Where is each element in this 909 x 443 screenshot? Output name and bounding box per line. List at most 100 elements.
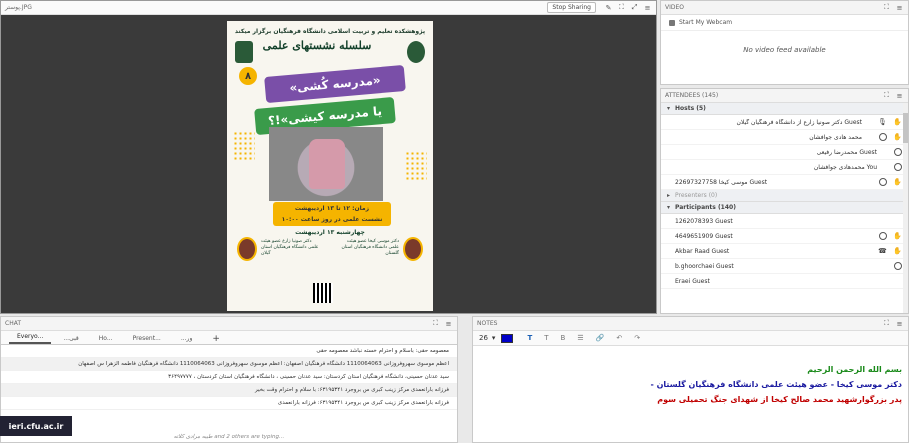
text-format-icon[interactable]: T [527,334,532,342]
chat-message: فرزانه بارانعمدی مرکز زینب کبری س بروجرد… [1,397,457,410]
chevron-down-icon: ▾ [667,105,671,112]
attendee-name: Akbar Raad Guest [675,247,730,255]
bullet-list-icon[interactable]: ☰ [577,334,583,342]
chat-tab-5[interactable]: ...ور [173,335,201,344]
notes-line-2: دکتر موسی کیخا - عضو هیئت علمی دانشگاه ف… [650,380,902,389]
fit-screen-icon[interactable]: ⛶ [882,319,891,328]
speaker-left-text: دکتر صونیا زارع عضو هیئت علمی دانشگاه فر… [261,239,319,256]
bold-icon[interactable]: B [561,334,566,342]
attendee-row[interactable]: b.ghoorchaei Guest [661,259,908,274]
session-number: ۸ [239,67,257,85]
hand-icon[interactable]: ✋ [893,247,902,256]
share-pod: پوستر.JPG Stop Sharing ✎ ⛶ ⤢ ≡ پژوهشکده … [0,0,657,314]
text-color-swatch[interactable] [501,333,514,343]
notes-toolbar: 26 ▾ T T B ☰ 🔗 ↶ ↷ [473,331,908,346]
notes-line-1: بسم الله الرحمن الرحیم [807,365,902,374]
chat-message: اعظم موسوی سهروفروزانی 1110064063 دانشگا… [1,358,457,371]
attendees-scrollbar[interactable] [903,103,908,313]
institute-logo [407,41,425,63]
participants-label: Participants (140) [675,204,736,211]
speaker-photo-left [237,237,257,261]
attendee-row[interactable]: محمدرضا رفیعی Guest [661,145,908,160]
chevron-down-icon: ▾ [667,204,671,211]
slide-institute: پژوهشکده تعلیم و تربیت اسلامی دانشگاه فر… [234,28,426,35]
video-pod-title: VIDEO [665,4,685,11]
video-pod: VIDEO ⛶ ≡ Start My Webcam No video feed … [660,0,909,85]
globe-icon[interactable] [878,133,887,142]
attendee-row[interactable]: محمد هادی جوافشان ✋ [661,130,908,145]
attendee-name: Eraei Guest [675,277,710,285]
notes-pod-header: NOTES ⛶ ≡ [473,317,908,331]
attendees-pod-title: ATTENDEES (145) [665,92,719,99]
mic-icon[interactable]: 🎙 [878,118,887,127]
attendee-row[interactable]: 22697327758 موسی کیخا Guest ✋ [661,175,908,190]
globe-icon[interactable] [893,163,902,172]
hosts-section-header[interactable]: ▾ Hosts (5) [661,103,908,115]
speaker-photo-right [403,237,423,261]
slide-date-line-1: زمان: ۱۲ تا ۱۳ اردیبهشت [294,205,370,212]
slide-date-line-2: نشست علمی در روز ساعت ۱۰:۰۰ [281,216,383,223]
chat-tab-everyone[interactable]: Everyo... [9,333,52,344]
stop-sharing-button[interactable]: Stop Sharing [547,2,596,13]
attendee-name: محمد هادی جوافشان [809,133,862,141]
globe-icon[interactable] [878,178,887,187]
notes-content[interactable]: بسم الله الرحمن الرحیم دکتر موسی کیخا - … [473,346,908,407]
hand-icon[interactable]: ✋ [893,133,902,142]
presenters-section-header[interactable]: ▸ Presenters (0) [661,190,908,202]
chat-message-list: معصومه حقی: باسلام و احترام خسته نباشد م… [1,345,457,410]
pod-menu-icon[interactable]: ≡ [895,3,904,12]
link-icon[interactable]: 🔗 [596,334,605,342]
globe-icon[interactable] [893,148,902,157]
hand-icon[interactable]: ✋ [893,118,902,127]
chat-tab-2[interactable]: ...قبی [55,335,86,344]
decor-dots [405,151,427,181]
poster-slide: پژوهشکده تعلیم و تربیت اسلامی دانشگاه فر… [227,21,433,311]
hand-icon[interactable]: ✋ [893,178,902,187]
chat-tab-presenters[interactable]: Present... [125,335,169,344]
text-size-icon[interactable]: T [544,334,548,342]
attendee-row[interactable]: محمدهادی جوافشان You [661,160,908,175]
pod-menu-icon[interactable]: ≡ [643,3,652,12]
webcam-label: Start My Webcam [679,19,733,26]
add-chat-tab-icon[interactable]: + [204,334,228,344]
pod-menu-icon[interactable]: ≡ [444,319,453,328]
chevron-down-icon[interactable]: ▾ [492,334,496,342]
participants-list: 1262078393 Guest 4649651909 Guest ✋ Akbar R… [661,214,908,289]
font-size-select[interactable]: 26 [479,334,488,342]
chat-message: معصومه حقی: باسلام و احترام خسته نباشد م… [1,345,457,358]
scrollbar-thumb[interactable] [903,113,908,143]
backpack-image [309,139,345,189]
fullscreen-icon[interactable]: ⤢ [630,3,639,12]
participants-section-header[interactable]: ▾ Participants (140) [661,202,908,214]
globe-icon[interactable] [893,262,902,271]
chat-tab-hosts[interactable]: Ho... [91,335,121,344]
hosts-label: Hosts (5) [675,105,706,112]
attendee-row[interactable]: 4649651909 Guest ✋ [661,229,908,244]
start-webcam-button[interactable]: Start My Webcam [661,15,908,31]
draw-icon[interactable]: ✎ [604,3,613,12]
hosts-list: دکتر صونیا زارع از دانشگاه فرهنگیان گیلا… [661,115,908,190]
chat-pod-header: CHAT ⛶ ≡ [1,317,457,331]
undo-icon[interactable]: ↶ [616,334,622,342]
chat-pod-title: CHAT [5,320,22,327]
share-pod-header: پوستر.JPG Stop Sharing ✎ ⛶ ⤢ ≡ [1,1,656,15]
fit-screen-icon[interactable]: ⛶ [882,3,891,12]
attendee-row[interactable]: Eraei Guest [661,274,908,289]
attendee-row[interactable]: دکتر صونیا زارع از دانشگاه فرهنگیان گیلا… [661,115,908,130]
fit-screen-icon[interactable]: ⛶ [882,91,891,100]
slide-date-box: زمان: ۱۲ تا ۱۳ اردیبهشت نشست علمی در روز… [273,202,391,226]
pod-menu-icon[interactable]: ≡ [895,319,904,328]
attendee-row[interactable]: Akbar Raad Guest ☎ ✋ [661,244,908,259]
hand-icon[interactable]: ✋ [893,232,902,241]
attendee-name: محمدهادی جوافشان You [813,163,877,171]
pod-menu-icon[interactable]: ≡ [895,91,904,100]
chat-message: سید عدنان حسینی، دانشگاه فرهنگیان استان … [1,371,457,384]
attendee-row[interactable]: 1262078393 Guest [661,214,908,229]
redo-icon[interactable]: ↷ [634,334,640,342]
attendee-name: 4649651909 Guest [675,232,733,240]
fit-screen-icon[interactable]: ⛶ [431,319,440,328]
phone-icon[interactable]: ☎ [878,247,887,256]
fit-screen-icon[interactable]: ⛶ [617,3,626,12]
speaker-right-text: دکتر موسی کیخا عضو هیئت علمی دانشگاه فره… [341,239,400,256]
globe-icon[interactable] [878,232,887,241]
